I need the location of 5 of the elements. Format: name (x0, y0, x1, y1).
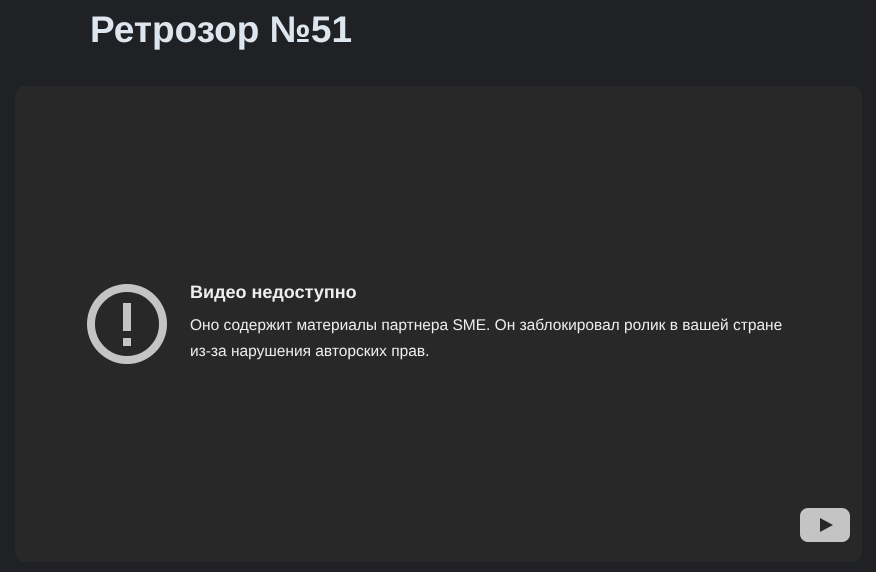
error-message: Оно содержит материалы партнера SME. Он заблокировал ролик в вашей стране из-за нарушения авторских прав. (190, 316, 784, 362)
play-logo-icon[interactable] (800, 508, 850, 542)
error-title: Видео недоступно (190, 282, 358, 303)
warning-icon (86, 282, 168, 364)
page-title: Ретрозор №51 (90, 8, 354, 52)
